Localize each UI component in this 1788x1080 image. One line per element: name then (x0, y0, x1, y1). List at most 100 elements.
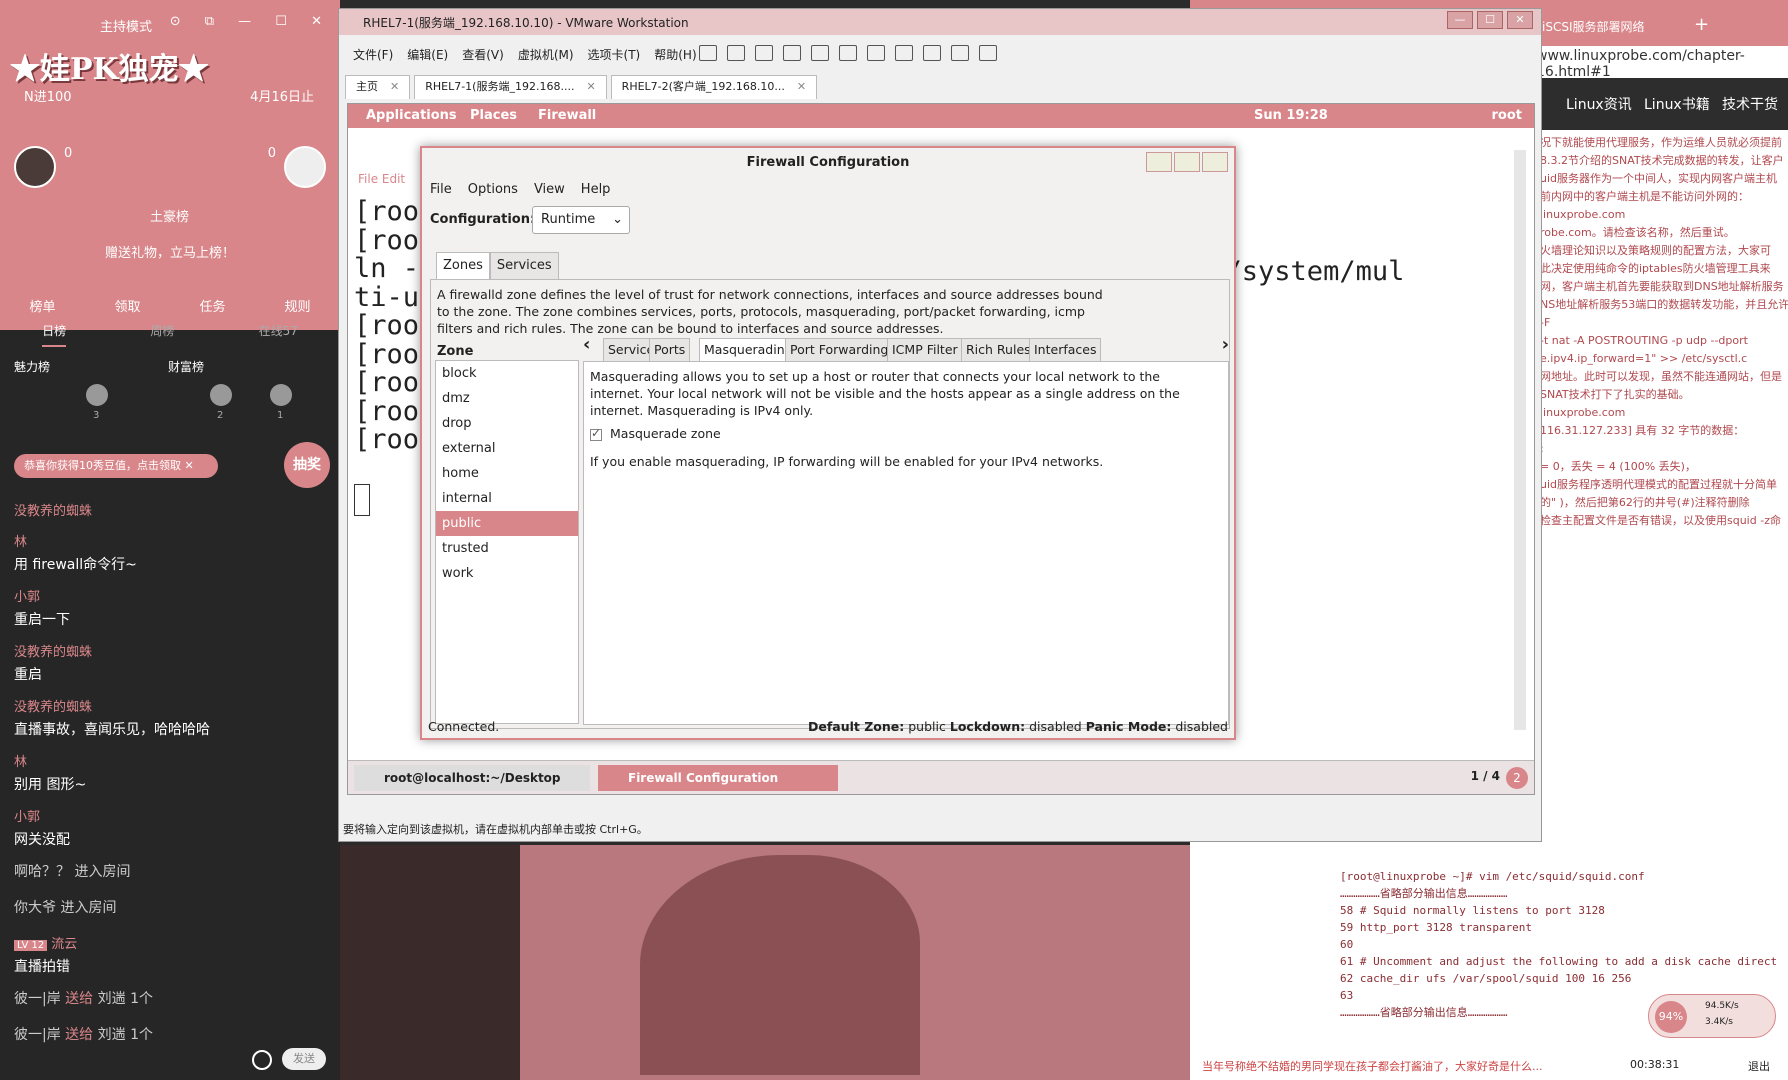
minimize-button[interactable]: — (1447, 11, 1473, 29)
close-icon[interactable]: ✕ (797, 80, 806, 93)
stretch-icon[interactable] (979, 45, 997, 61)
action-rules[interactable]: 规则 (284, 296, 310, 315)
maximize-button[interactable] (1174, 152, 1200, 172)
menu-tabs[interactable]: 选项卡(T) (588, 46, 641, 63)
menu-help[interactable]: 帮助(H) (654, 46, 696, 63)
menu-view[interactable]: 查看(V) (462, 46, 504, 63)
send-button[interactable]: 发送 (282, 1048, 326, 1070)
menu-vm[interactable]: 虚拟机(M) (518, 46, 574, 63)
zone-tab-icmp-filter[interactable]: ICMP Filter (887, 338, 963, 362)
close-icon[interactable]: ✕ (185, 459, 194, 472)
workspace-pager[interactable]: 1 / 4 (1471, 769, 1500, 783)
tab-rhel7-2[interactable]: RHEL7-2(客户端_192.168.10... ✕ (610, 75, 818, 99)
tab-zones[interactable]: Zones (436, 252, 490, 280)
menu-file[interactable]: File (430, 182, 452, 197)
gift-from[interactable]: 彼一|岸 (14, 1027, 61, 1043)
zone-tab-rich-rules[interactable]: Rich Rules (961, 338, 1036, 362)
chevron-right-icon[interactable]: › (1222, 334, 1229, 355)
thumbnail-icon[interactable] (867, 45, 885, 61)
menu-edit[interactable]: 编辑(E) (407, 46, 448, 63)
nav-linux-news[interactable]: Linux资讯 (1566, 94, 1632, 114)
tab-home[interactable]: 主页 ✕ (345, 75, 411, 99)
tab-weekly[interactable]: 周榜 (150, 322, 174, 347)
lottery-button[interactable]: 抽奖 (284, 442, 330, 488)
zone-item-public[interactable]: public (436, 511, 578, 536)
chat-username[interactable]: 林 (14, 531, 334, 550)
menu-view[interactable]: View (534, 182, 565, 197)
browser-tab-title[interactable]: 用iSCSI服务部署网络 (1530, 18, 1645, 35)
avatar-left[interactable] (14, 146, 56, 188)
zone-item-dmz[interactable]: dmz (436, 386, 578, 411)
task-terminal[interactable]: root@localhost:~/Desktop (354, 765, 590, 791)
manage-snapshots-icon[interactable] (811, 45, 829, 61)
close-icon[interactable]: ✕ (390, 80, 399, 93)
gift-prompt[interactable]: 赠送礼物，立马上榜！ (0, 242, 340, 261)
zone-item-external[interactable]: external (436, 436, 578, 461)
fullscreen-icon[interactable] (895, 45, 913, 61)
zone-item-trusted[interactable]: trusted (436, 536, 578, 561)
zone-tab-interfaces[interactable]: Interfaces (1029, 338, 1102, 362)
chat-username[interactable]: LV 12 流云 (14, 933, 334, 952)
rank-avatar[interactable] (270, 384, 292, 406)
applications-menu[interactable]: Applications (366, 108, 457, 123)
browser-url[interactable]: www.linuxprobe.com/chapter-16.html#1 (1536, 48, 1788, 80)
nav-linux-books[interactable]: Linux书籍 (1644, 94, 1710, 114)
snapshot-icon[interactable] (755, 45, 773, 61)
menu-options[interactable]: Options (468, 182, 518, 197)
menu-file[interactable]: 文件(F) (353, 46, 393, 63)
maximize-button[interactable]: ☐ (1477, 11, 1503, 29)
zone-tab-ports[interactable]: Ports (649, 338, 691, 362)
configuration-select[interactable]: Runtime ⌄ (532, 206, 630, 234)
rank-avatar[interactable] (210, 384, 232, 406)
chevron-left-icon[interactable]: ‹ (583, 334, 590, 355)
zone-item-work[interactable]: work (436, 561, 578, 586)
chat-username[interactable]: 林 (14, 751, 334, 770)
tab-online[interactable]: 在线57 (259, 322, 298, 347)
action-task[interactable]: 任务 (199, 296, 225, 315)
send-keys-icon[interactable] (727, 45, 745, 61)
places-menu[interactable]: Places (470, 108, 517, 123)
task-firewall[interactable]: Firewall Configuration (598, 765, 838, 791)
chat-username[interactable]: 小郭 (14, 586, 334, 605)
revert-icon[interactable] (783, 45, 801, 61)
notification-badge[interactable]: 2 (1506, 767, 1528, 789)
unity-icon[interactable] (923, 45, 941, 61)
gift-from[interactable]: 彼一|岸 (14, 991, 61, 1007)
chat-username[interactable]: 没教养的蜘蛛 (14, 641, 334, 660)
emoji-icon[interactable] (252, 1050, 272, 1070)
close-button[interactable] (1202, 152, 1228, 172)
terminal-scrollbar[interactable] (1514, 150, 1526, 730)
checkbox-icon[interactable] (590, 426, 602, 441)
firewall-app-menu[interactable]: Firewall (538, 108, 596, 123)
action-board[interactable]: 榜单 (29, 296, 55, 315)
zone-tab-masquerading[interactable]: Masquerading (699, 338, 798, 363)
library-icon[interactable] (839, 45, 857, 61)
user-menu[interactable]: root (1492, 108, 1523, 123)
tab-rhel7-1[interactable]: RHEL7-1(服务端_192.168.... ✕ (414, 75, 607, 99)
zone-tab-port-forwarding[interactable]: Port Forwarding (785, 338, 894, 362)
pause-icon[interactable] (699, 45, 717, 61)
chat-username[interactable]: 没教养的蜘蛛 (14, 696, 334, 715)
chat-username[interactable]: 小郭 (14, 806, 334, 825)
tab-services[interactable]: Services (489, 252, 559, 280)
close-button[interactable]: ✕ (1507, 11, 1533, 29)
terminal-menu[interactable]: File Edit (358, 172, 405, 186)
new-tab-icon[interactable]: + (1694, 14, 1709, 35)
zone-item-drop[interactable]: drop (436, 411, 578, 436)
menu-help[interactable]: Help (581, 182, 611, 197)
tab-daily[interactable]: 日榜 (42, 322, 67, 347)
nav-tech[interactable]: 技术干货 (1722, 94, 1778, 114)
reward-toast[interactable]: 恭喜你获得10秀豆值，点击领取 ✕ (14, 454, 218, 478)
clock[interactable]: Sun 19:28 (1254, 108, 1328, 123)
action-claim[interactable]: 领取 (114, 296, 140, 315)
footer-tip[interactable]: 当年号称绝不结婚的男同学现在孩子都会打酱油了，大家好奇是什么... (1202, 1058, 1543, 1074)
window-controls[interactable]: ⊙ ⧉ — ☐ ✕ (170, 14, 332, 29)
rank-avatar[interactable] (86, 384, 108, 406)
wealth-rank[interactable]: 财富榜 (168, 358, 204, 375)
console-icon[interactable] (951, 45, 969, 61)
zone-item-block[interactable]: block (436, 361, 578, 386)
minimize-button[interactable] (1146, 152, 1172, 172)
exit-button[interactable]: 退出 (1748, 1058, 1770, 1074)
zone-item-internal[interactable]: internal (436, 486, 578, 511)
masquerade-checkbox[interactable]: Masquerade zone (590, 426, 721, 441)
